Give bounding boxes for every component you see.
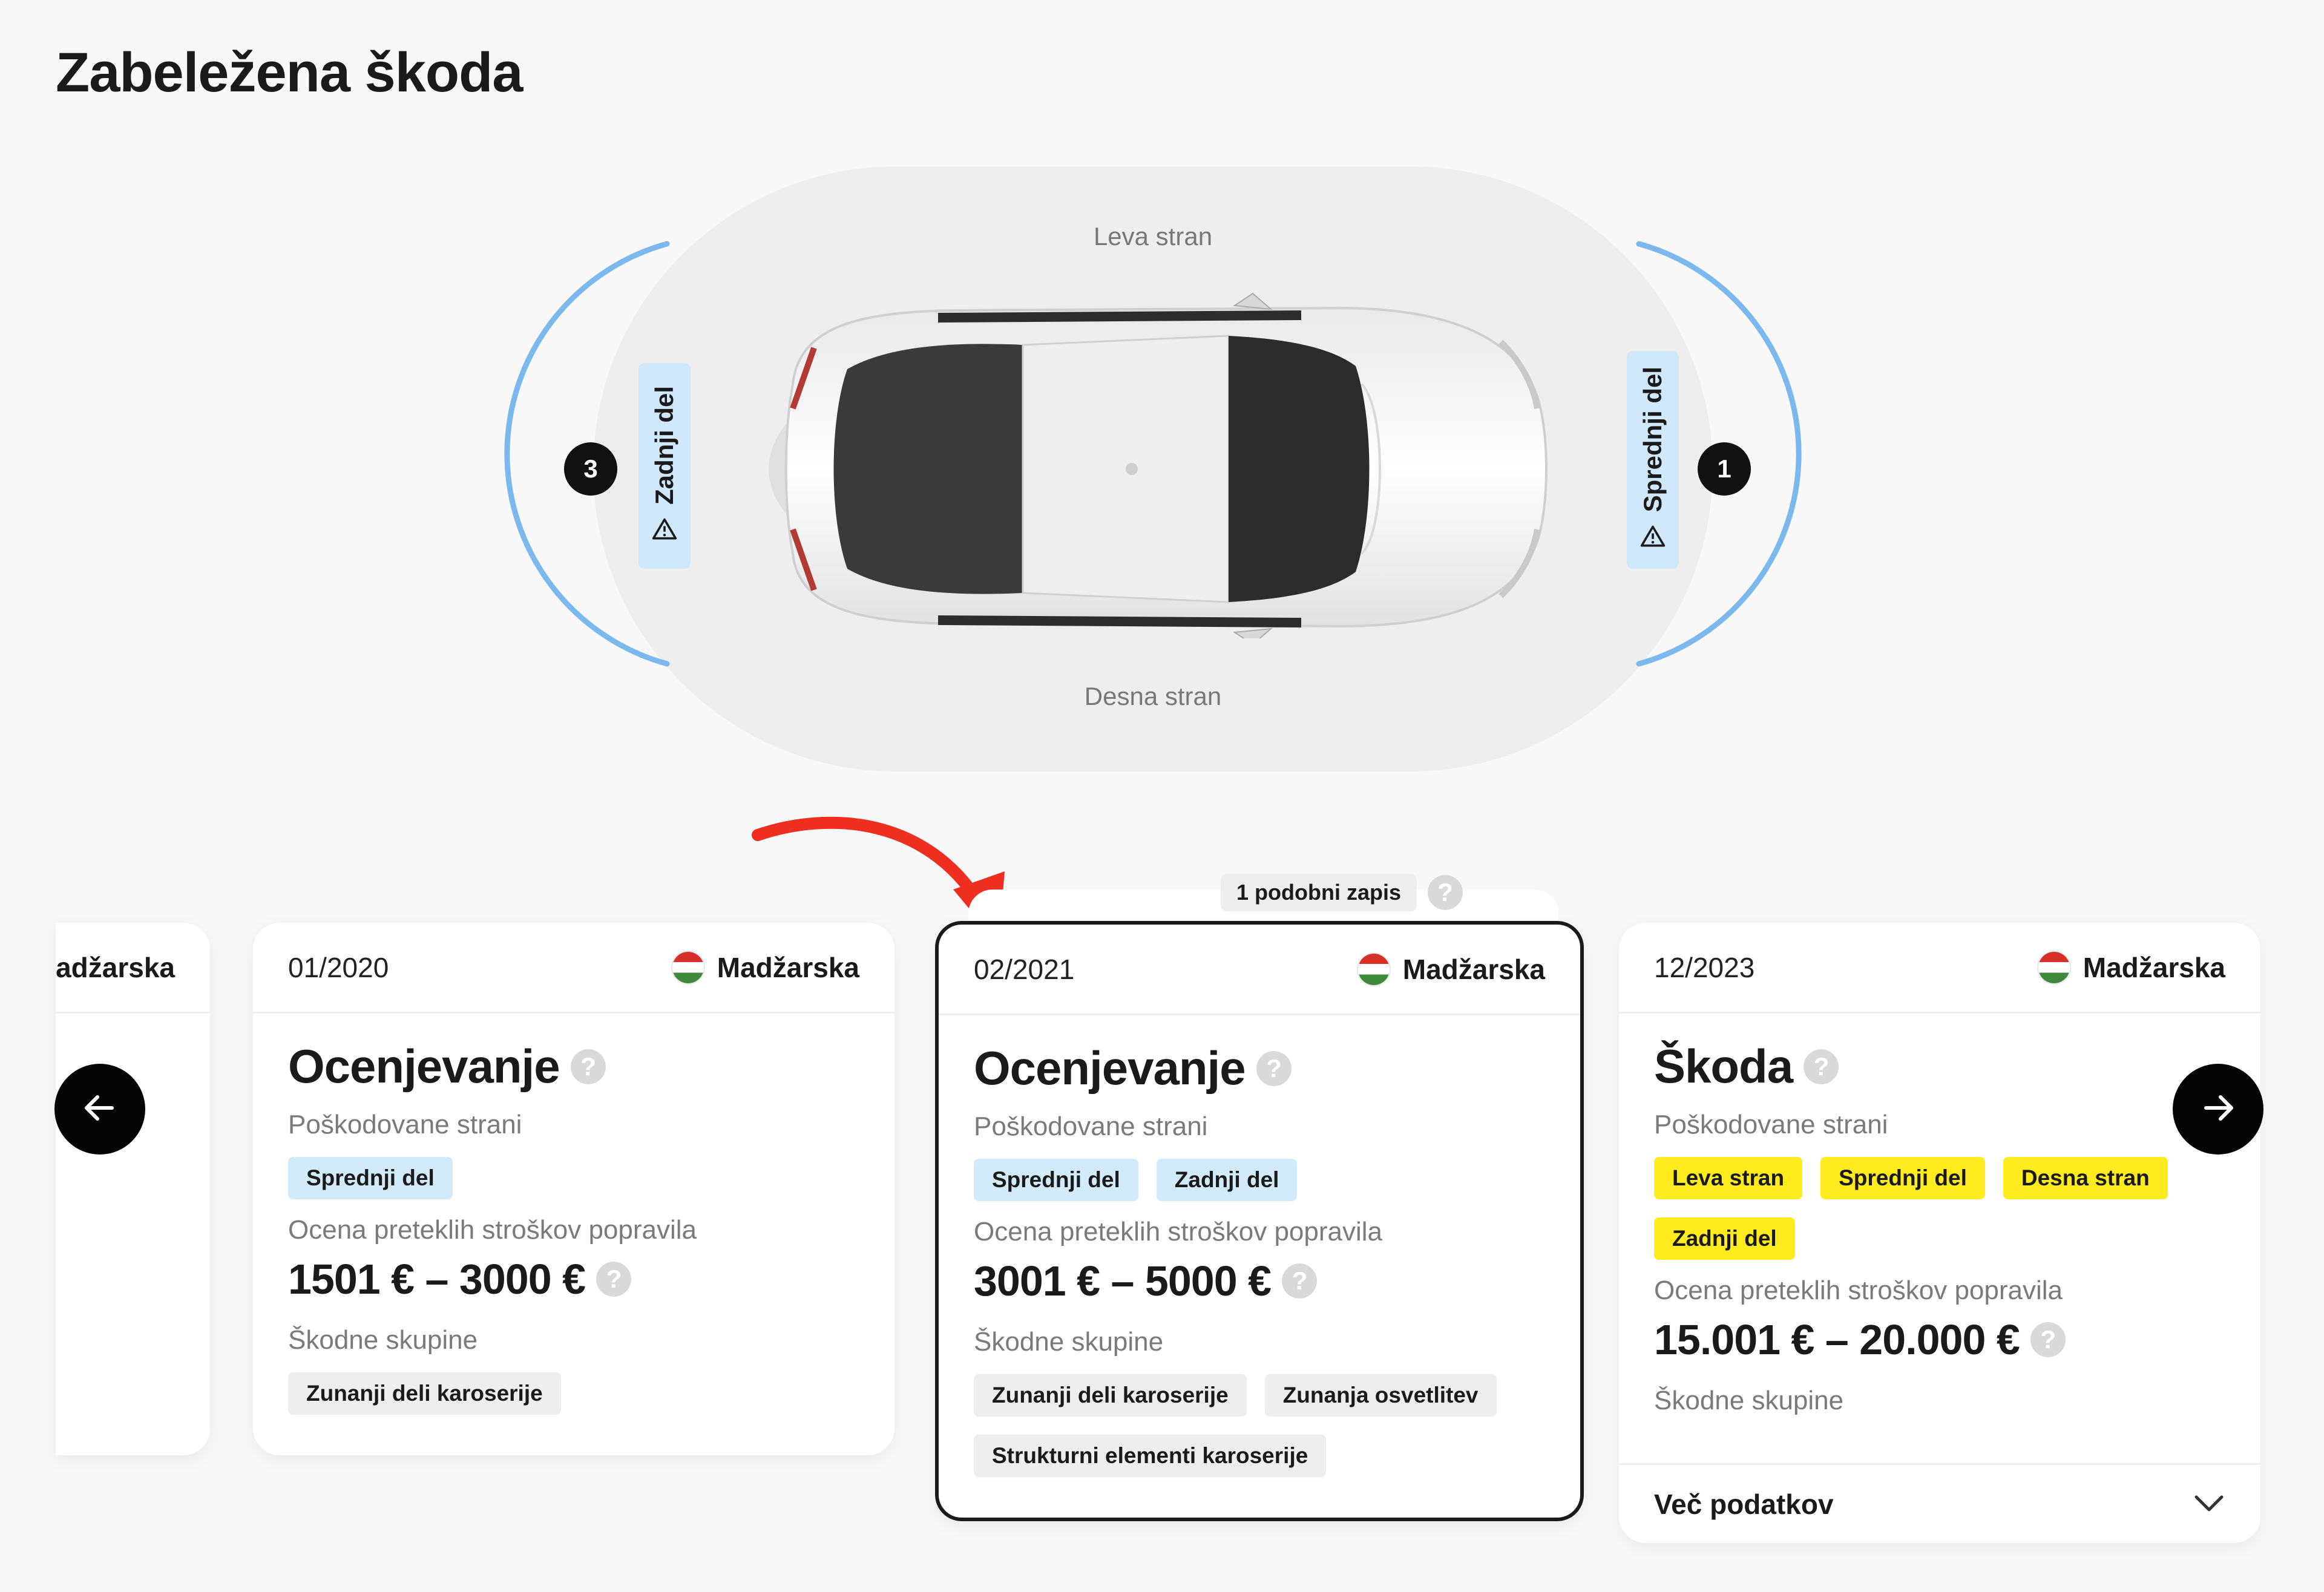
damage-groups-chips: Zunanji deli karoserije [288, 1372, 859, 1415]
chevron-down-icon [2193, 1488, 2225, 1521]
repair-cost-value: 1501 € – 3000 € [288, 1256, 586, 1303]
similar-records-label: 1 podobni zapis [1220, 874, 1417, 911]
similar-records[interactable]: 1 podobni zapis ? [1133, 871, 1551, 914]
damaged-sides-chips: Sprednji del [288, 1157, 859, 1199]
history-card-2020[interactable]: 01/2020 Madžarska Ocenjevanje? Poškodova… [253, 923, 894, 1455]
damaged-side-chip: Sprednji del [1820, 1157, 1985, 1199]
hungary-flag-icon [1357, 953, 1390, 985]
damaged-sides-label: Poškodovane strani [288, 1110, 522, 1139]
damaged-sides-chips: Sprednji del Zadnji del [974, 1159, 1545, 1201]
repair-cost-value: 3001 € – 5000 € [974, 1257, 1272, 1305]
question-circle-icon[interactable]: ? [2030, 1322, 2066, 1357]
damage-diagram: Leva stran Desna stran Zadnji del 3 Spre… [504, 166, 1802, 771]
car-top-view [769, 292, 1548, 638]
damaged-sides-label: Poškodovane strani [1654, 1110, 1888, 1139]
repair-cost-label: Ocena preteklih stroškov popravila [288, 1215, 697, 1245]
arrow-left-icon [80, 1089, 119, 1130]
damaged-side-chip: Sprednji del [288, 1157, 453, 1199]
damage-groups-label: Škodne skupine [288, 1325, 478, 1355]
question-circle-icon[interactable]: ? [596, 1262, 632, 1297]
warning-triangle-icon [651, 516, 678, 546]
damaged-sides-chips: Leva stran Sprednji del Desna stran Zadn… [1654, 1157, 2225, 1260]
carousel-next-button[interactable] [2173, 1064, 2263, 1155]
card-title: Škoda [1654, 1040, 1793, 1093]
country-label: Madžarska [56, 951, 175, 983]
damage-groups-label: Škodne skupine [1654, 1386, 1844, 1415]
card-title: Ocenjevanje [974, 1041, 1246, 1095]
damaged-side-chip: Zadnji del [1156, 1159, 1298, 1201]
question-circle-icon[interactable]: ? [1428, 875, 1463, 910]
right-side-label: Desna stran [1084, 682, 1222, 710]
question-circle-icon[interactable]: ? [570, 1049, 606, 1084]
history-card-2023[interactable]: 12/2023 Madžarska Škoda? Poškodovane str… [1619, 923, 2260, 1543]
damage-group-chip: Zunanja osvetlitev [1264, 1374, 1497, 1417]
country: Madžarska [2038, 951, 2225, 984]
damaged-side-chip: Leva stran [1654, 1157, 1803, 1199]
damaged-side-chip: Zadnji del [1654, 1217, 1795, 1260]
damage-group-chip: Zunanji deli karoserije [974, 1374, 1247, 1417]
damage-groups-label: Škodne skupine [974, 1327, 1164, 1357]
more-details-toggle[interactable]: Več podatkov [1619, 1463, 2260, 1543]
hungary-flag-icon [672, 951, 704, 983]
front-damage-count: 1 [1698, 442, 1751, 496]
rear-damage-pill[interactable]: Zadnji del [638, 363, 691, 569]
repair-cost-label: Ocena preteklih stroškov popravila [974, 1217, 1382, 1246]
question-circle-icon[interactable]: ? [1804, 1049, 1839, 1084]
card-date: 12/2023 [1654, 951, 1755, 983]
rear-damage-count: 3 [564, 442, 617, 496]
history-card-partial[interactable]: Madžarska [56, 923, 210, 1455]
card-date: 01/2020 [288, 951, 389, 983]
question-circle-icon[interactable]: ? [1282, 1263, 1318, 1299]
country-label: Madžarska [1402, 953, 1545, 985]
country: Madžarska [672, 951, 859, 984]
more-details-label: Več podatkov [1654, 1488, 1834, 1520]
country-label: Madžarska [2083, 951, 2225, 983]
damaged-sides-label: Poškodovane strani [974, 1112, 1208, 1141]
front-damage-label: Sprednji del [1638, 367, 1667, 513]
rear-damage-label: Zadnji del [650, 386, 678, 505]
card-title: Ocenjevanje [288, 1040, 560, 1093]
question-circle-icon[interactable]: ? [1256, 1050, 1292, 1086]
left-side-label: Leva stran [1093, 222, 1213, 251]
front-damage-pill[interactable]: Sprednji del [1627, 351, 1679, 569]
arrow-right-icon [2199, 1089, 2237, 1130]
repair-cost-value: 15.001 € – 20.000 € [1654, 1316, 2020, 1363]
page-title: Zabeležena škoda [56, 42, 523, 103]
damage-groups-chips: Zunanji deli karoserije Zunanja osvetlit… [974, 1374, 1545, 1477]
damage-group-chip: Strukturni elementi karoserije [974, 1435, 1327, 1477]
carousel-prev-button[interactable] [54, 1064, 145, 1155]
hungary-flag-icon [2038, 951, 2070, 983]
damage-group-chip: Zunanji deli karoserije [288, 1372, 561, 1415]
warning-triangle-icon [1640, 523, 1666, 553]
damaged-side-chip: Sprednji del [974, 1159, 1138, 1201]
history-card-2021[interactable]: 02/2021 Madžarska Ocenjevanje? Poškodova… [935, 921, 1584, 1521]
country: Madžarska [1357, 953, 1545, 986]
repair-cost-label: Ocena preteklih stroškov popravila [1654, 1276, 2063, 1305]
country-label: Madžarska [717, 951, 859, 983]
damaged-side-chip: Desna stran [2003, 1157, 2168, 1199]
card-date: 02/2021 [974, 953, 1075, 985]
